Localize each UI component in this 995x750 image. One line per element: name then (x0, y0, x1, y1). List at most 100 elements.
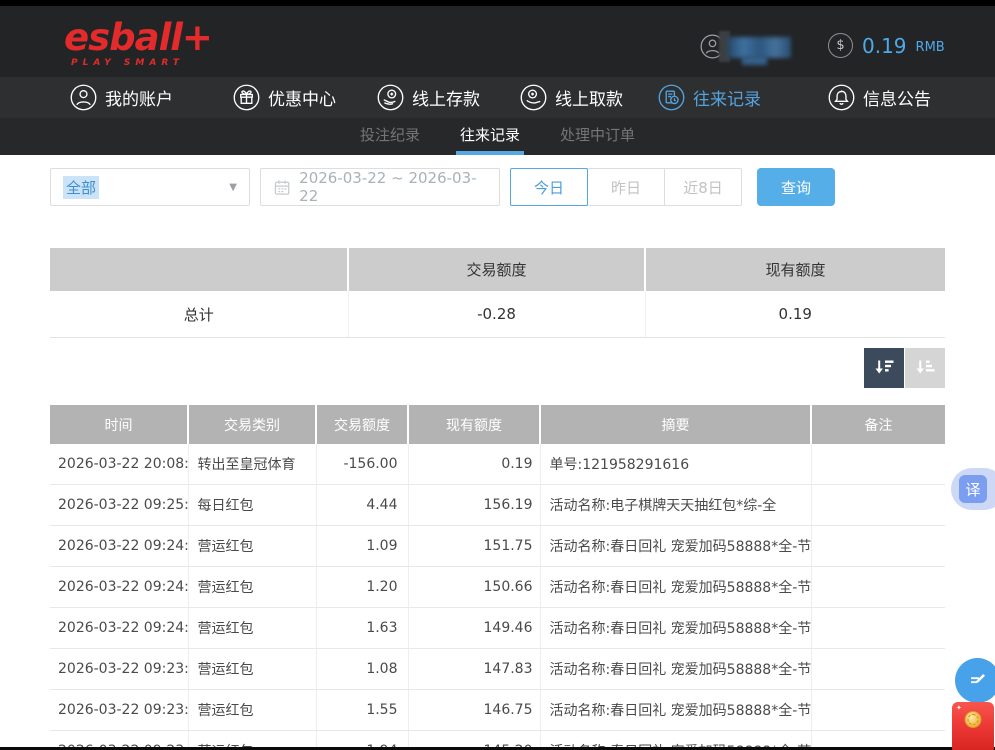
tab-pending-orders[interactable]: 处理中订单 (556, 118, 639, 155)
summary-total-balance: 0.19 (645, 291, 945, 338)
col-header-remark: 备注 (811, 405, 945, 444)
table-cell: -156.00 (316, 444, 408, 485)
table-cell: 1.63 (316, 608, 408, 649)
sort-descending-button[interactable] (864, 348, 904, 388)
translate-button[interactable]: 译 (951, 468, 995, 510)
table-cell (811, 608, 945, 649)
table-cell (811, 567, 945, 608)
wallet-balance[interactable]: $ 0.19 RMB (828, 33, 945, 58)
nav-item-deposit[interactable]: 线上存款 (377, 77, 480, 118)
col-header-balance: 现有额度 (408, 405, 540, 444)
quick-date-group: 今日 昨日 近8日 (510, 168, 742, 206)
sparkle-icon: ✦ (956, 704, 962, 712)
table-cell: 营运红包 (188, 567, 316, 608)
table-cell: 活动名称:春日回礼 宠爱加码58888*全-节 (540, 567, 811, 608)
sub-nav: 投注纪录 往来记录 处理中订单 (0, 118, 995, 155)
chevron-down-icon: ▼ (229, 182, 237, 193)
calendar-icon (274, 179, 290, 196)
table-cell: 活动名称:电子棋牌天天抽红包*综-全 (540, 485, 811, 526)
table-row: 2026-03-22 09:24:06营运红包1.20150.66活动名称:春日… (50, 567, 945, 608)
col-header-time: 时间 (50, 405, 188, 444)
summary-total-transaction: -0.28 (348, 291, 645, 338)
table-cell (811, 649, 945, 690)
summary-table: 交易额度 现有额度 总计 -0.28 0.19 (50, 248, 945, 338)
gold-coin-icon (965, 711, 982, 728)
sort-ascending-button[interactable] (905, 348, 945, 388)
table-row: 2026-03-22 20:08:39转出至皇冠体育-156.000.19单号:… (50, 444, 945, 485)
table-cell: 营运红包 (188, 526, 316, 567)
table-cell (811, 485, 945, 526)
nav-label: 线上存款 (412, 85, 480, 110)
table-cell: 1.20 (316, 567, 408, 608)
table-cell: 转出至皇冠体育 (188, 444, 316, 485)
withdraw-icon (520, 84, 547, 111)
summary-header-balance: 现有额度 (645, 248, 945, 291)
table-cell: 活动名称:春日回礼 宠爱加码58888*全-节 (540, 690, 811, 731)
table-row: 2026-03-22 09:24:00营运红包1.63149.46活动名称:春日… (50, 608, 945, 649)
table-row: 2026-03-22 09:25:36每日红包4.44156.19活动名称:电子… (50, 485, 945, 526)
nav-label: 往来记录 (693, 85, 761, 110)
transactions-table: 时间 交易类别 交易额度 现有额度 摘要 备注 2026-03-22 20:08… (50, 405, 945, 750)
table-cell: 2026-03-22 09:23:39 (50, 690, 188, 731)
dollar-circle-icon: $ (828, 33, 853, 58)
user-icon (70, 84, 97, 111)
date-range-input[interactable]: 2026-03-22 ~ 2026-03-22 (260, 168, 500, 206)
nav-item-my-account[interactable]: 我的账户 (70, 77, 173, 118)
table-cell: 156.19 (408, 485, 540, 526)
nav-item-promotions[interactable]: 优惠中心 (233, 77, 336, 118)
last8days-button[interactable]: 近8日 (664, 168, 742, 206)
table-cell: 2026-03-22 09:24:15 (50, 526, 188, 567)
table-cell: 0.19 (408, 444, 540, 485)
summary-total-label: 总计 (50, 291, 348, 338)
col-header-summary: 摘要 (540, 405, 811, 444)
table-cell: 150.66 (408, 567, 540, 608)
table-cell: 营运红包 (188, 649, 316, 690)
table-cell: 2026-03-22 09:24:00 (50, 608, 188, 649)
gift-icon (233, 84, 260, 111)
yesterday-button[interactable]: 昨日 (587, 168, 665, 206)
tab-betting-records[interactable]: 投注纪录 (356, 118, 424, 155)
table-cell: 每日红包 (188, 485, 316, 526)
sort-controls (864, 348, 945, 388)
nav-label: 信息公告 (863, 85, 931, 110)
nav-item-records[interactable]: 往来记录 (658, 77, 761, 118)
table-cell: 2026-03-22 20:08:39 (50, 444, 188, 485)
table-cell (811, 444, 945, 485)
table-cell: 2026-03-22 09:25:36 (50, 485, 188, 526)
table-cell: 146.75 (408, 690, 540, 731)
table-cell: 1.09 (316, 526, 408, 567)
table-row: 2026-03-22 09:24:15营运红包1.09151.75活动名称:春日… (50, 526, 945, 567)
search-button[interactable]: 查询 (757, 168, 835, 206)
logo-text: esball+ (64, 19, 212, 56)
nav-item-announcements[interactable]: 信息公告 (828, 77, 931, 118)
table-cell: 2026-03-22 09:24:06 (50, 567, 188, 608)
site-header: esball+ PLAY SMART $ 0.19 RMB (0, 6, 995, 77)
deposit-icon (377, 84, 404, 111)
type-select[interactable]: 全部 ▼ (50, 168, 250, 206)
edit-note-icon (966, 669, 990, 693)
table-row: 2026-03-22 09:23:45营运红包1.08147.83活动名称:春日… (50, 649, 945, 690)
table-cell: 151.75 (408, 526, 540, 567)
sort-descending-icon (872, 356, 896, 380)
table-cell (811, 690, 945, 731)
brand-logo[interactable]: esball+ PLAY SMART (64, 19, 212, 68)
feedback-button[interactable] (955, 658, 995, 703)
col-header-type: 交易类别 (188, 405, 316, 444)
red-envelope-button[interactable]: ✦ (952, 702, 994, 750)
masked-username (742, 56, 767, 65)
balance-currency: RMB (916, 36, 945, 55)
table-cell: 活动名称:春日回礼 宠爱加码58888*全-节 (540, 608, 811, 649)
transactions-tbody: 2026-03-22 20:08:39转出至皇冠体育-156.000.19单号:… (50, 444, 945, 750)
today-button[interactable]: 今日 (510, 168, 588, 206)
date-range-value: 2026-03-22 ~ 2026-03-22 (299, 169, 486, 205)
table-row: 2026-03-22 09:23:39营运红包1.55146.75活动名称:春日… (50, 690, 945, 731)
col-header-amount: 交易额度 (316, 405, 408, 444)
summary-header-empty (50, 248, 348, 291)
nav-label: 线上取款 (555, 85, 623, 110)
nav-label: 优惠中心 (268, 85, 336, 110)
table-cell: 营运红包 (188, 690, 316, 731)
nav-item-withdraw[interactable]: 线上取款 (520, 77, 623, 118)
tab-transaction-records[interactable]: 往来记录 (456, 118, 524, 155)
table-cell: 活动名称:春日回礼 宠爱加码58888*全-节 (540, 526, 811, 567)
main-nav: 我的账户 优惠中心 线上存款 线上取款 (0, 77, 995, 118)
